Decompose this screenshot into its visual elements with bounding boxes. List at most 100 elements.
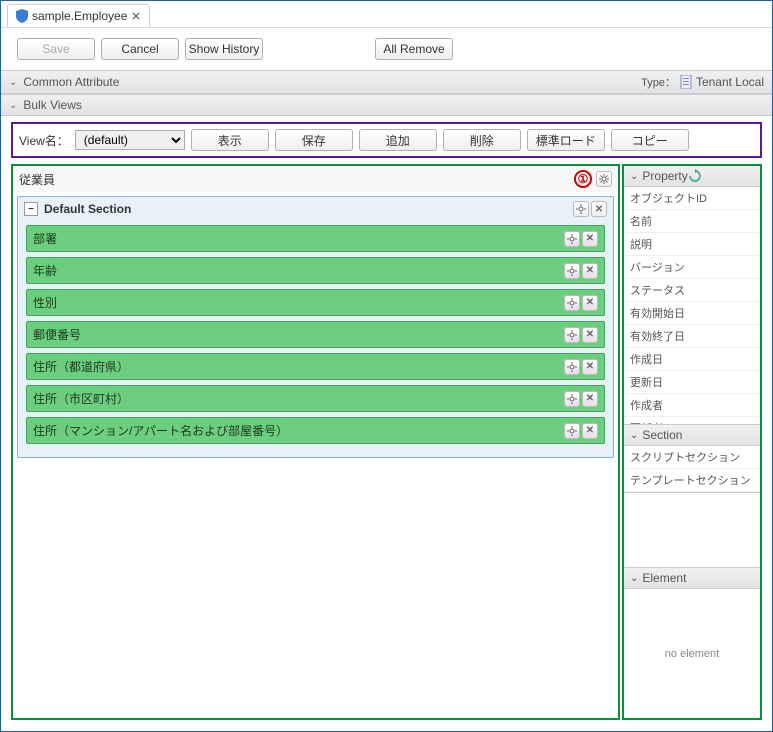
close-icon[interactable]: ✕: [131, 10, 140, 23]
canvas-title-bar: 従業員 ①: [13, 166, 618, 192]
field-item[interactable]: 住所（都道府県） ✕: [26, 353, 605, 380]
field-remove-button[interactable]: ✕: [582, 391, 598, 407]
field-item[interactable]: 年齢 ✕: [26, 257, 605, 284]
section-title: Default Section: [44, 202, 131, 216]
show-button[interactable]: 表示: [191, 129, 269, 151]
field-settings-button[interactable]: [564, 359, 580, 375]
field-label: 住所（マンション/アパート名および部屋番号）: [33, 422, 288, 439]
field-label: 住所（市区町村）: [33, 390, 129, 407]
type-label: Type：: [641, 74, 676, 90]
type-value: Tenant Local: [696, 75, 764, 89]
side-panel: ⌄ Property オブジェクトID名前説明バージョンステータス有効開始日有効…: [622, 164, 762, 720]
property-item[interactable]: 作成者: [624, 394, 760, 417]
field-remove-button[interactable]: ✕: [582, 263, 598, 279]
property-item[interactable]: 更新者: [624, 417, 760, 425]
property-item[interactable]: 更新日: [624, 371, 760, 394]
chevron-down-icon: ⌄: [630, 430, 638, 441]
gear-icon: [567, 330, 577, 340]
add-view-button[interactable]: 追加: [359, 129, 437, 151]
field-item[interactable]: 部署 ✕: [26, 225, 605, 252]
view-select[interactable]: (default): [75, 130, 185, 150]
field-settings-button[interactable]: [564, 327, 580, 343]
section-list: スクリプトセクションテンプレートセクション: [624, 446, 760, 493]
canvas-body: − Default Section ✕ 部署✕年齢✕性別✕郵便番号✕住所（都道府…: [13, 192, 618, 462]
main-toolbar: Save Cancel Show History All Remove: [1, 27, 772, 70]
main-area: 従業員 ① − Default Section ✕ 部署✕年齢✕性別✕郵便: [11, 164, 762, 720]
field-settings-button[interactable]: [564, 231, 580, 247]
property-item[interactable]: ステータス: [624, 279, 760, 302]
section-remove-button[interactable]: ✕: [591, 201, 607, 217]
all-remove-button[interactable]: All Remove: [375, 38, 453, 60]
gear-icon: [567, 394, 577, 404]
tab-title: sample.Employee: [32, 9, 127, 23]
field-settings-button[interactable]: [564, 423, 580, 439]
field-remove-button[interactable]: ✕: [582, 423, 598, 439]
element-header-label: Element: [642, 571, 686, 585]
field-label: 住所（都道府県）: [33, 358, 129, 375]
field-item[interactable]: 性別 ✕: [26, 289, 605, 316]
collapse-button[interactable]: −: [24, 202, 38, 216]
property-item[interactable]: オブジェクトID: [624, 187, 760, 210]
field-label: 年齢: [33, 262, 57, 279]
field-remove-button[interactable]: ✕: [582, 327, 598, 343]
refresh-icon[interactable]: [688, 169, 702, 183]
document-icon: [680, 75, 692, 89]
save-button: Save: [17, 38, 95, 60]
canvas: 従業員 ① − Default Section ✕ 部署✕年齢✕性別✕郵便: [11, 164, 620, 720]
field-label: 部署: [33, 230, 57, 247]
section-item[interactable]: スクリプトセクション: [624, 446, 760, 469]
field-label: 性別: [33, 294, 57, 311]
std-load-button[interactable]: 標準ロード: [527, 129, 605, 151]
property-list[interactable]: オブジェクトID名前説明バージョンステータス有効開始日有効終了日作成日更新日作成…: [624, 187, 760, 425]
common-attribute-header[interactable]: ⌄ Common Attribute Type： Tenant Local: [1, 70, 772, 94]
section-settings-button[interactable]: [573, 201, 589, 217]
field-settings-button[interactable]: [564, 263, 580, 279]
gear-icon: [599, 174, 609, 184]
gear-icon: [567, 426, 577, 436]
delete-view-button[interactable]: 削除: [443, 129, 521, 151]
section-panel-header[interactable]: ⌄ Section: [624, 425, 760, 446]
property-item[interactable]: 作成日: [624, 348, 760, 371]
section-header: − Default Section ✕: [18, 197, 613, 221]
tab-sample-employee[interactable]: sample.Employee ✕: [7, 4, 150, 27]
chevron-down-icon: ⌄: [630, 171, 638, 182]
bulk-views-header[interactable]: ⌄ Bulk Views: [1, 94, 772, 116]
element-panel-header[interactable]: ⌄ Element: [624, 568, 760, 589]
cancel-button[interactable]: Cancel: [101, 38, 179, 60]
field-remove-button[interactable]: ✕: [582, 359, 598, 375]
field-remove-button[interactable]: ✕: [582, 295, 598, 311]
property-panel-header[interactable]: ⌄ Property: [624, 166, 760, 187]
property-item[interactable]: 説明: [624, 233, 760, 256]
view-bar: View名： (default) 表示 保存 追加 削除 標準ロード コピー: [11, 122, 762, 158]
view-name-label: View名：: [19, 132, 69, 149]
field-item[interactable]: 郵便番号 ✕: [26, 321, 605, 348]
field-item[interactable]: 住所（市区町村） ✕: [26, 385, 605, 412]
section-item[interactable]: テンプレートセクション: [624, 469, 760, 492]
shield-icon: [16, 9, 28, 23]
gear-icon: [567, 298, 577, 308]
tab-strip: sample.Employee ✕: [1, 1, 772, 27]
gear-icon: [567, 234, 577, 244]
field-remove-button[interactable]: ✕: [582, 231, 598, 247]
property-item[interactable]: 名前: [624, 210, 760, 233]
property-header-label: Property: [642, 169, 687, 183]
copy-button[interactable]: コピー: [611, 129, 689, 151]
property-item[interactable]: 有効開始日: [624, 302, 760, 325]
canvas-settings-button[interactable]: [596, 171, 612, 187]
property-item[interactable]: バージョン: [624, 256, 760, 279]
gear-icon: [576, 204, 586, 214]
field-settings-button[interactable]: [564, 391, 580, 407]
save-view-button[interactable]: 保存: [275, 129, 353, 151]
field-settings-button[interactable]: [564, 295, 580, 311]
chevron-down-icon: ⌄: [9, 100, 17, 111]
field-label: 郵便番号: [33, 326, 81, 343]
property-item[interactable]: 有効終了日: [624, 325, 760, 348]
canvas-title: 従業員: [19, 171, 55, 188]
annotation-badge: ①: [574, 170, 592, 188]
common-attribute-label: Common Attribute: [23, 75, 119, 89]
app-window: sample.Employee ✕ Save Cancel Show Histo…: [0, 0, 773, 732]
fields-list: 部署✕年齢✕性別✕郵便番号✕住所（都道府県）✕住所（市区町村）✕住所（マンション…: [18, 221, 613, 457]
gear-icon: [567, 266, 577, 276]
history-button[interactable]: Show History: [185, 38, 263, 60]
field-item[interactable]: 住所（マンション/アパート名および部屋番号） ✕: [26, 417, 605, 444]
